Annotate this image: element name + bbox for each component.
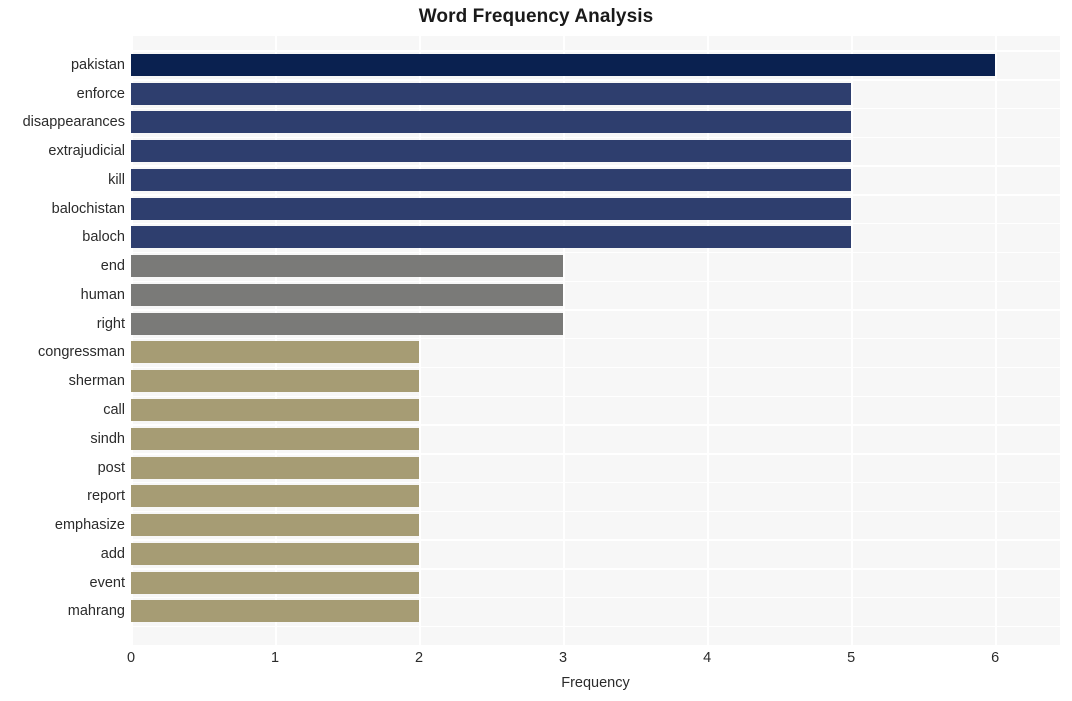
y-tick-label: balochistan: [51, 200, 125, 217]
y-gridline: [131, 395, 1060, 397]
bar-row: [131, 542, 1060, 565]
bar: [131, 370, 420, 393]
y-gridline: [131, 510, 1060, 513]
bar: [131, 168, 852, 191]
y-gridline: [131, 366, 1060, 369]
y-tick-label: sindh: [90, 430, 125, 447]
bar-row: [131, 255, 1060, 278]
x-tick-label: 1: [270, 650, 280, 666]
bar-row: [131, 111, 1060, 134]
y-gridline: [131, 79, 1060, 81]
y-gridline: [131, 424, 1060, 426]
y-gridline: [131, 194, 1060, 196]
bar-row: [131, 398, 1060, 421]
bar-row: [131, 53, 1060, 76]
bar: [131, 140, 852, 163]
y-tick-label: human: [80, 286, 125, 303]
bar: [131, 571, 420, 594]
bar: [131, 542, 420, 565]
bar: [131, 197, 852, 220]
y-tick-label: sherman: [68, 373, 125, 390]
bar-row: [131, 226, 1060, 249]
bar-row: [131, 283, 1060, 306]
y-gridline: [131, 338, 1060, 340]
bar: [131, 53, 996, 76]
bar-row: [131, 341, 1060, 364]
y-tick-label: pakistan: [70, 56, 125, 73]
y-gridline: [131, 136, 1060, 139]
y-gridline: [131, 107, 1060, 110]
y-gridline: [131, 453, 1060, 455]
bar-row: [131, 427, 1060, 450]
bar: [131, 226, 852, 249]
y-gridline: [131, 280, 1060, 282]
bar-row: [131, 370, 1060, 393]
bar-row: [131, 168, 1060, 191]
x-tick-label: 4: [703, 650, 712, 666]
bar: [131, 514, 420, 537]
bar-row: [131, 197, 1060, 220]
bar-row: [131, 571, 1060, 594]
bar: [131, 255, 564, 278]
bar: [131, 312, 564, 335]
bar: [131, 111, 852, 134]
y-tick-label: congressman: [37, 344, 125, 361]
y-gridline: [131, 50, 1060, 52]
y-gridline: [131, 568, 1060, 570]
x-tick-label: 5: [847, 650, 856, 666]
y-tick-label: event: [89, 574, 125, 591]
y-tick-label: post: [97, 459, 125, 476]
y-tick-label: end: [100, 258, 125, 275]
y-tick-label: add: [100, 545, 125, 562]
y-tick-label: enforce: [76, 85, 125, 102]
bar: [131, 283, 564, 306]
bar: [131, 485, 420, 508]
x-tick-label: 6: [991, 650, 1000, 666]
bar: [131, 398, 420, 421]
plot-area: [131, 36, 1060, 645]
y-gridline: [131, 222, 1060, 225]
y-gridline: [131, 251, 1060, 254]
bar-row: [131, 312, 1060, 335]
x-tick-label: 0: [126, 650, 136, 666]
bar-row: [131, 82, 1060, 105]
y-tick-label: emphasize: [54, 517, 125, 534]
bar: [131, 600, 420, 623]
y-gridline: [131, 481, 1060, 484]
bar-row: [131, 514, 1060, 537]
bar-row: [131, 600, 1060, 623]
x-tick-label: 3: [559, 650, 568, 666]
bar-row: [131, 485, 1060, 508]
x-axis-tick-labels: 0 1 2 3 4 5 6: [0, 651, 1072, 675]
y-tick-label: right: [96, 315, 125, 332]
y-gridline: [131, 625, 1060, 628]
y-tick-label: mahrang: [67, 603, 125, 620]
y-gridline: [131, 596, 1060, 599]
y-gridline: [131, 165, 1060, 167]
y-axis-tick-labels: pakistan enforce disappearances extrajudici…: [0, 36, 125, 645]
bar: [131, 456, 420, 479]
y-gridline: [131, 309, 1060, 311]
bar: [131, 82, 852, 105]
bar: [131, 341, 420, 364]
y-tick-label: disappearances: [22, 114, 125, 131]
y-tick-label: extrajudicial: [48, 143, 125, 160]
y-tick-label: call: [103, 401, 125, 418]
y-gridline: [131, 539, 1060, 541]
x-tick-label: 2: [415, 650, 424, 666]
y-tick-label: report: [87, 488, 125, 505]
bar: [131, 427, 420, 450]
bar-row: [131, 140, 1060, 163]
word-frequency-chart: Word Frequency Analysis pakistan enforce d…: [0, 0, 1072, 701]
y-tick-label: baloch: [82, 229, 125, 246]
chart-title: Word Frequency Analysis: [418, 6, 654, 27]
y-tick-label: kill: [108, 171, 125, 188]
x-axis-label: Frequency: [561, 675, 630, 691]
bar-row: [131, 456, 1060, 479]
